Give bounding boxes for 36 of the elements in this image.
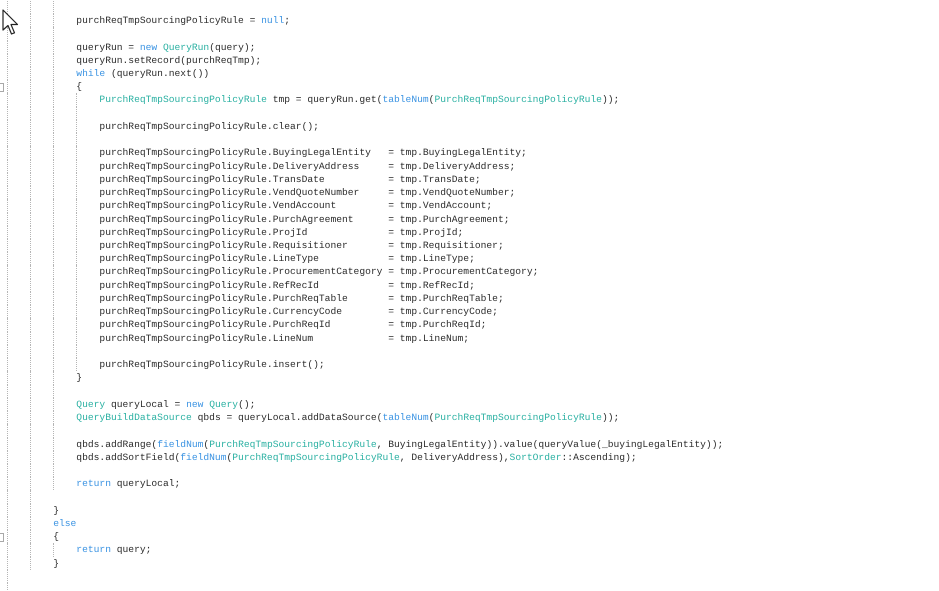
code-line: else bbox=[52, 516, 76, 530]
code-line: QueryBuildDataSource qbds = queryLocal.addDataSource(tableNum(PurchReqTmpSourcingPolicyRule)); bbox=[75, 411, 620, 424]
fold-icon[interactable] bbox=[0, 83, 4, 92]
code-line: purchReqTmpSourcingPolicyRule.PurchReqId = tmp.PurchReqId; bbox=[98, 318, 486, 332]
code-line: while (queryRun.next()) bbox=[75, 66, 210, 80]
code-line: queryRun = new QueryRun(query); bbox=[75, 40, 256, 54]
code-line: purchReqTmpSourcingPolicyRule.VendQuoteNumber = tmp.VendQuoteNumber; bbox=[98, 186, 516, 200]
code-line: purchReqTmpSourcingPolicyRule.clear(); bbox=[98, 120, 319, 134]
code-line: purchReqTmpSourcingPolicyRule.BuyingLegalEntity = tmp.BuyingLegalEntity; bbox=[98, 146, 527, 160]
code-line: purchReqTmpSourcingPolicyRule.LineNum = tmp.LineNum; bbox=[98, 332, 470, 345]
code-line: purchReqTmpSourcingPolicyRule.PurchReqTable = tmp.PurchReqTable; bbox=[98, 292, 504, 306]
code-line: queryRun.setRecord(purchReqTmp); bbox=[75, 54, 262, 67]
code-line: qbds.addRange(fieldNum(PurchReqTmpSourcingPolicyRule, BuyingLegalEntity)).value(queryValue(_buyingLegalEntity)); bbox=[75, 438, 724, 451]
code-line: purchReqTmpSourcingPolicyRule = null; bbox=[75, 14, 290, 28]
code-line: qbds.addSortField(fieldNum(PurchReqTmpSourcingPolicyRule, DeliveryAddress),SortOrder::Ascending); bbox=[75, 450, 637, 464]
fold-icon[interactable] bbox=[0, 533, 4, 542]
code-line: PurchReqTmpSourcingPolicyRule tmp = queryRun.get(tableNum(PurchReqTmpSourcingPolicyRule)); bbox=[98, 93, 620, 107]
code-line: return query; bbox=[75, 543, 152, 557]
code-line: purchReqTmpSourcingPolicyRule.DeliveryAddress = tmp.DeliveryAddress; bbox=[98, 160, 516, 173]
code-line: } bbox=[52, 504, 59, 517]
code-line: purchReqTmpSourcingPolicyRule.PurchAgreement = tmp.PurchAgreement; bbox=[98, 212, 510, 226]
code-line: purchReqTmpSourcingPolicyRule.TransDate = tmp.TransDate; bbox=[98, 172, 481, 186]
code-line: } bbox=[75, 371, 82, 385]
code-line: purchReqTmpSourcingPolicyRule.Requisitioner = tmp.Requisitioner; bbox=[98, 239, 504, 252]
code-line: return queryLocal; bbox=[75, 477, 180, 490]
code-line: purchReqTmpSourcingPolicyRule.CurrencyCode = tmp.CurrencyCode; bbox=[98, 305, 498, 318]
code-line: } bbox=[52, 556, 59, 570]
code-line: Query queryLocal = new Query(); bbox=[75, 398, 256, 412]
code-line: purchReqTmpSourcingPolicyRule.ProjId = tmp.ProjId; bbox=[98, 226, 464, 240]
code-line: purchReqTmpSourcingPolicyRule.RefRecId = tmp.RefRecId; bbox=[98, 278, 475, 292]
code-line: purchReqTmpSourcingPolicyRule.VendAccount = tmp.VendAccount; bbox=[98, 199, 492, 213]
code-line: { bbox=[75, 80, 82, 94]
code-line: purchReqTmpSourcingPolicyRule.insert(); bbox=[98, 358, 325, 372]
code-line: purchReqTmpSourcingPolicyRule.LineType = tmp.LineType; bbox=[98, 252, 475, 266]
code-line: { bbox=[52, 530, 59, 544]
code-line: purchReqTmpSourcingPolicyRule.ProcurementCategory = tmp.ProcurementCategory; bbox=[98, 265, 538, 279]
